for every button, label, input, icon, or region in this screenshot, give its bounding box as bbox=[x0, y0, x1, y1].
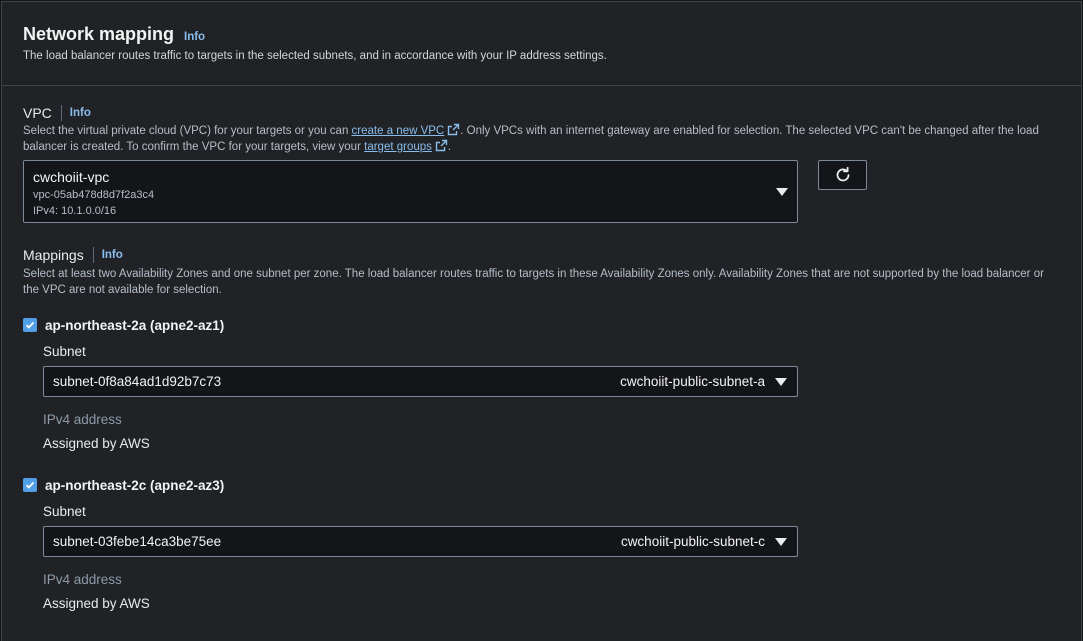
refresh-button[interactable] bbox=[818, 160, 867, 190]
ipv4-address-label: IPv4 address bbox=[43, 412, 122, 427]
subnet-label: Subnet bbox=[43, 344, 86, 359]
external-link-icon bbox=[448, 123, 460, 136]
checkmark-icon bbox=[25, 481, 35, 489]
label-divider bbox=[60, 105, 62, 121]
vpc-cidr: IPv4: 10.1.0.0/16 bbox=[33, 205, 117, 217]
vpc-desc-text: Select the virtual private cloud (VPC) f… bbox=[23, 125, 349, 137]
mappings-label: Mappings bbox=[23, 247, 84, 263]
caret-down-icon bbox=[776, 188, 788, 196]
subnet-id: subnet-0f8a84ad1d92b7c73 bbox=[53, 374, 222, 389]
external-link-icon bbox=[435, 139, 448, 152]
ipv4-address-value: Assigned by AWS bbox=[43, 436, 150, 451]
az-checkbox-apne2-az3[interactable] bbox=[23, 478, 37, 492]
az-label: ap-northeast-2c (apne2-az3) bbox=[45, 478, 225, 493]
section-title: Network mapping bbox=[23, 24, 175, 44]
network-mapping-panel: Network mapping Info The load balancer r… bbox=[1, 1, 1082, 641]
vpc-desc-text-3: . bbox=[447, 141, 452, 153]
ipv4-address-label: IPv4 address bbox=[43, 572, 122, 587]
subnet-select-az1[interactable]: subnet-0f8a84ad1d92b7c73 cwchoiit-public… bbox=[43, 366, 798, 397]
section-description: The load balancer routes traffic to targ… bbox=[23, 50, 607, 62]
az-checkbox-apne2-az1[interactable] bbox=[23, 318, 37, 332]
ipv4-address-value: Assigned by AWS bbox=[43, 596, 150, 611]
mappings-info-link[interactable]: Info bbox=[102, 249, 123, 261]
vpc-select[interactable]: cwchoiit-vpc vpc-05ab478d8d7f2a3c4 IPv4:… bbox=[23, 160, 798, 223]
vpc-info-link[interactable]: Info bbox=[70, 107, 91, 119]
subnet-id: subnet-03febe14ca3be75ee bbox=[53, 534, 222, 549]
vpc-label: VPC bbox=[23, 105, 52, 121]
caret-down-icon bbox=[775, 378, 787, 386]
vpc-description: Select the virtual private cloud (VPC) f… bbox=[23, 123, 1063, 155]
subnet-name: cwchoiit-public-subnet-c bbox=[620, 534, 765, 549]
vpc-id: vpc-05ab478d8d7f2a3c4 bbox=[33, 189, 155, 201]
checkmark-icon bbox=[25, 321, 35, 329]
caret-down-icon bbox=[775, 538, 787, 546]
subnet-label: Subnet bbox=[43, 504, 86, 519]
target-groups-link[interactable]: target groups bbox=[364, 141, 432, 153]
create-vpc-link[interactable]: create a new VPC bbox=[352, 125, 445, 137]
vpc-name: cwchoiit-vpc bbox=[33, 169, 110, 185]
subnet-name: cwchoiit-public-subnet-a bbox=[620, 374, 765, 389]
mappings-label-row: Mappings Info bbox=[23, 247, 123, 263]
label-divider bbox=[92, 247, 94, 263]
panel-header: Network mapping Info The load balancer r… bbox=[2, 2, 1081, 86]
header-info-link[interactable]: Info bbox=[184, 31, 205, 43]
subnet-select-az3[interactable]: subnet-03febe14ca3be75ee cwchoiit-public… bbox=[43, 526, 798, 557]
mappings-description: Select at least two Availability Zones a… bbox=[23, 268, 1044, 296]
refresh-icon bbox=[836, 166, 849, 182]
vpc-label-row: VPC Info bbox=[23, 105, 91, 121]
az-label: ap-northeast-2a (apne2-az1) bbox=[45, 318, 225, 333]
